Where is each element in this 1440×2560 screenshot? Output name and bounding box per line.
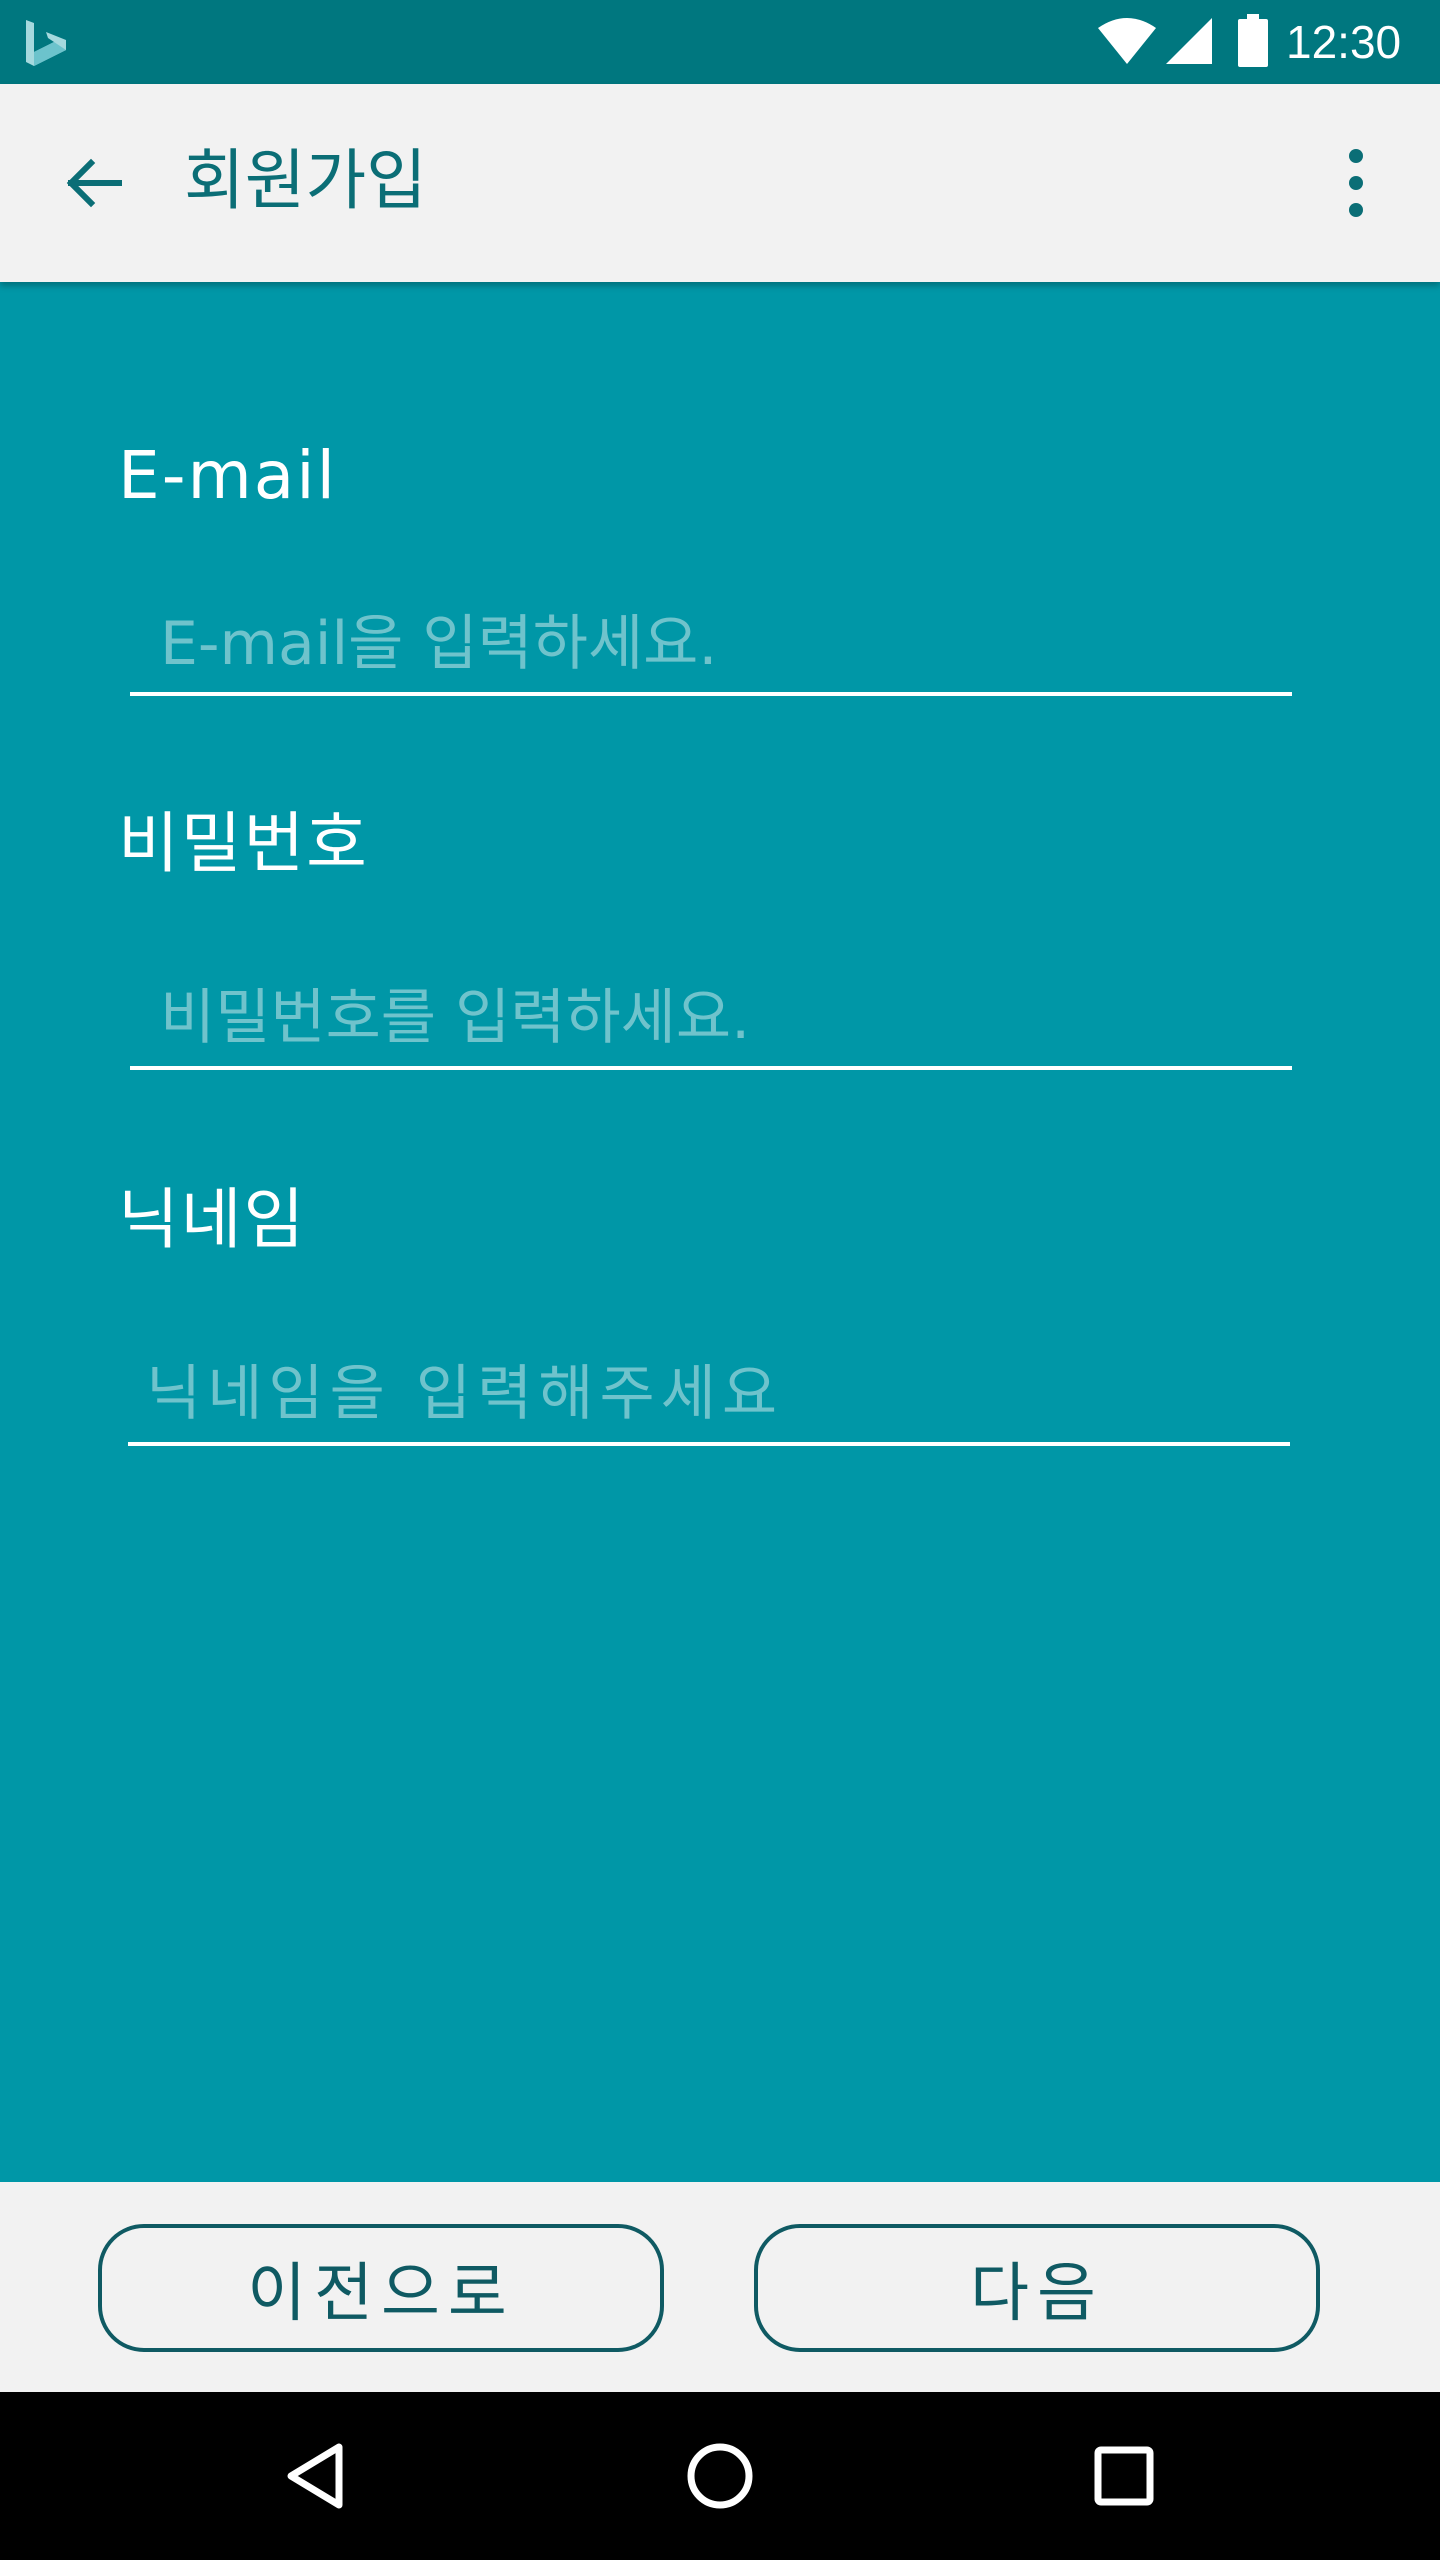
back-button[interactable] bbox=[48, 138, 138, 228]
app-bar: 회원가입 bbox=[0, 84, 1440, 282]
bottom-button-bar: 이전으로 다음 bbox=[0, 2182, 1440, 2392]
next-button[interactable]: 다음 bbox=[754, 2224, 1320, 2352]
previous-button[interactable]: 이전으로 bbox=[98, 2224, 664, 2352]
status-clock: 12:30 bbox=[1286, 16, 1402, 68]
nav-back-icon bbox=[287, 2443, 343, 2509]
overflow-menu-button[interactable] bbox=[1316, 138, 1396, 228]
arrow-back-icon bbox=[66, 158, 122, 208]
more-vert-icon bbox=[1349, 149, 1363, 217]
nav-recents-icon bbox=[1094, 2446, 1154, 2506]
battery-icon bbox=[1238, 14, 1268, 67]
system-nav-bar bbox=[0, 2392, 1440, 2560]
nickname-field[interactable] bbox=[128, 1346, 1290, 1446]
signup-screen: 12:30 회원가입 E-mail 비밀번호 닉네임 이전으로 다음 bbox=[0, 0, 1440, 2560]
email-field[interactable] bbox=[130, 596, 1292, 696]
nav-back-button[interactable] bbox=[266, 2426, 366, 2526]
nav-recents-button[interactable] bbox=[1074, 2426, 1174, 2526]
signal-icon bbox=[1166, 18, 1212, 64]
password-field[interactable] bbox=[130, 970, 1292, 1070]
bing-logo-icon bbox=[26, 20, 66, 66]
nav-home-icon bbox=[687, 2443, 753, 2509]
status-bar: 12:30 bbox=[0, 0, 1440, 84]
password-label: 비밀번호 bbox=[118, 805, 369, 882]
email-label: E-mail bbox=[118, 437, 337, 514]
nav-home-button[interactable] bbox=[670, 2426, 770, 2526]
page-title: 회원가입 bbox=[184, 142, 427, 219]
wifi-icon bbox=[1098, 18, 1156, 64]
nickname-label: 닉네임 bbox=[118, 1181, 307, 1258]
